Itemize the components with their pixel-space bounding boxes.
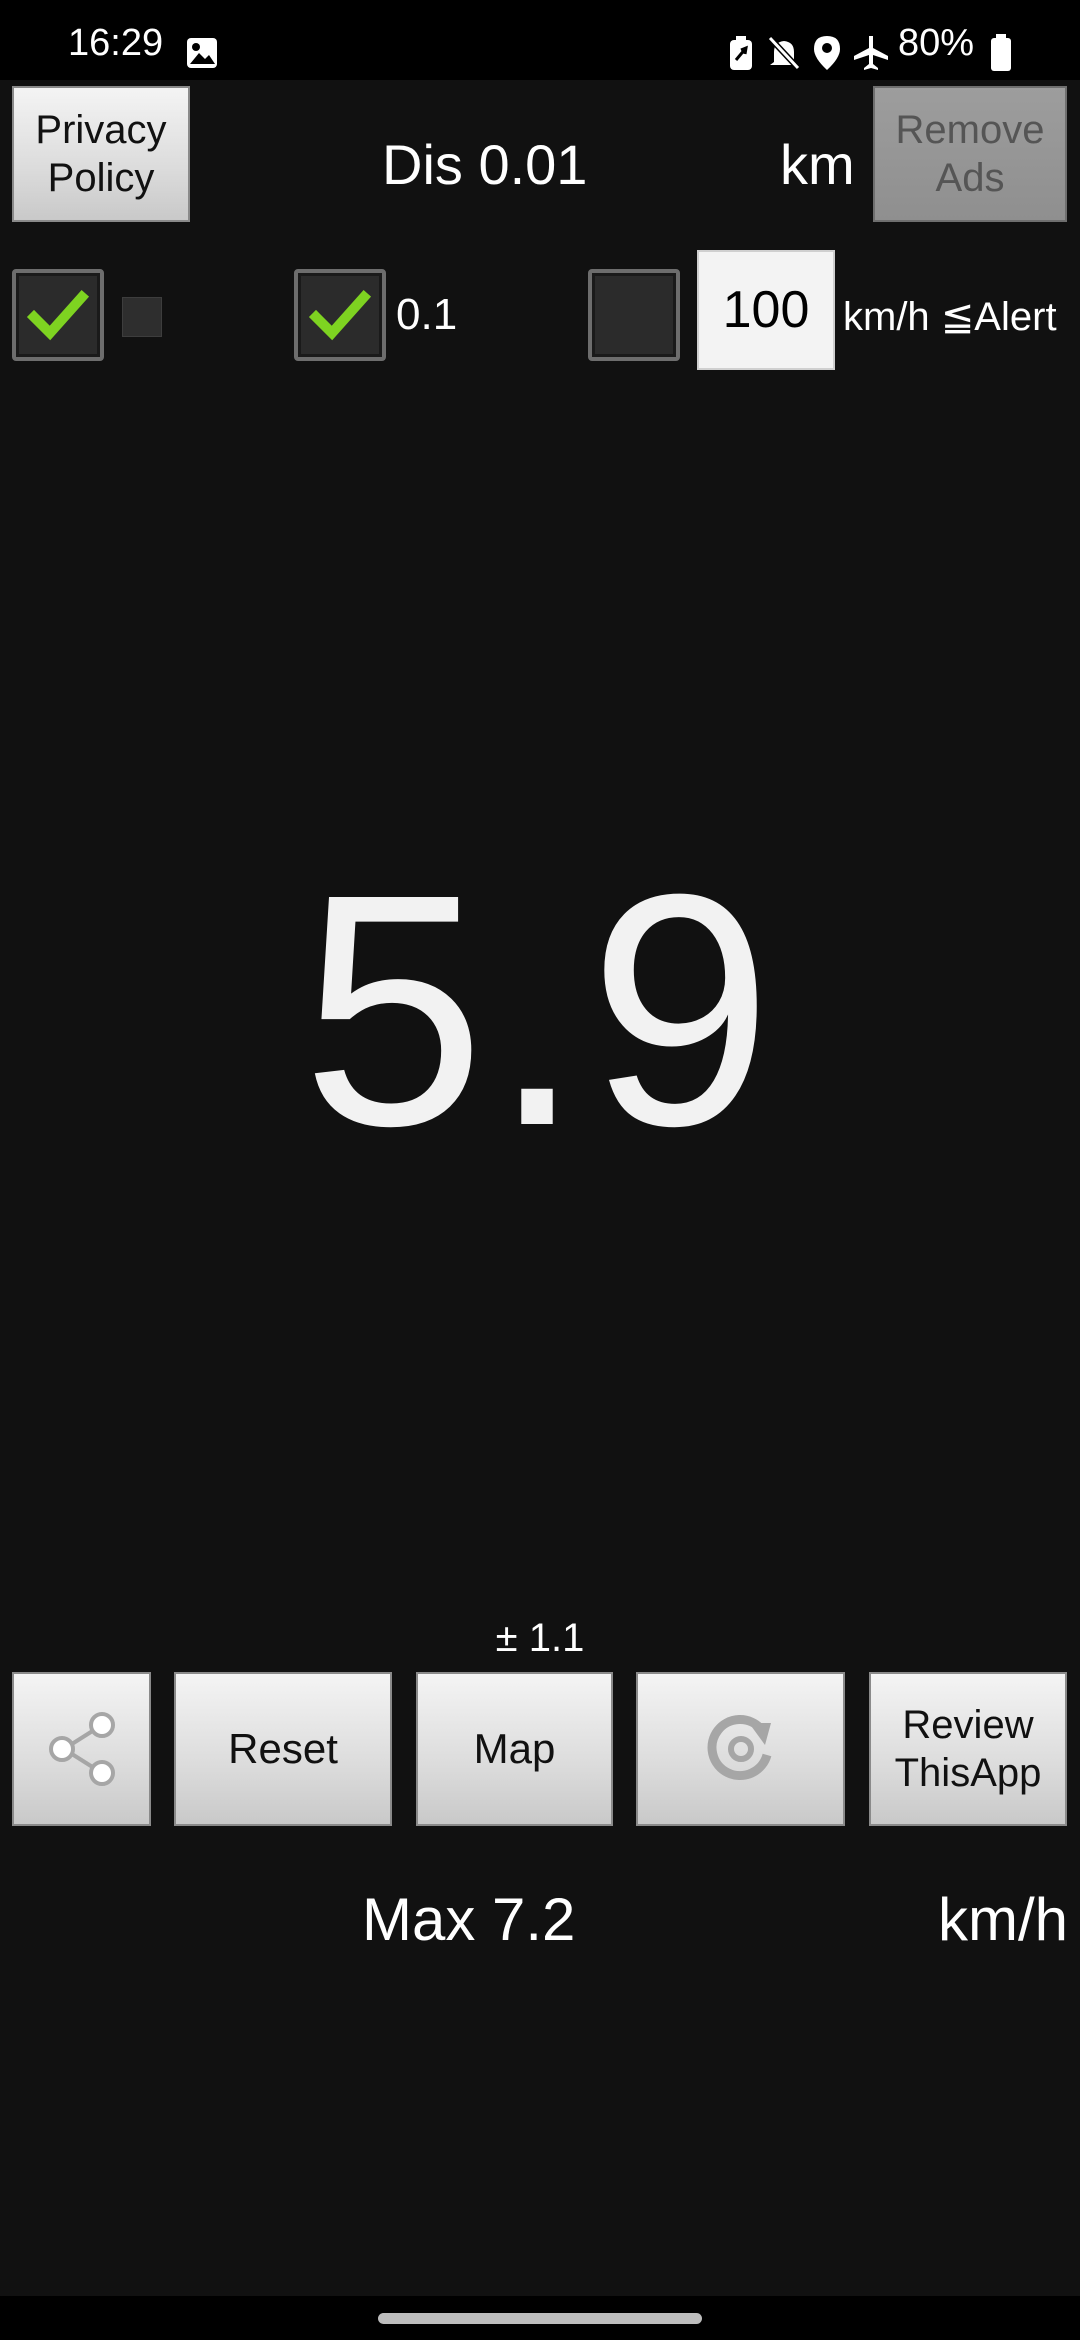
mute-icon: [766, 34, 802, 77]
checkbox-2[interactable]: [294, 269, 386, 361]
max-speed: Max 7.2: [362, 1886, 576, 1953]
battery-percent: 80%: [898, 22, 975, 64]
alert-speed-input[interactable]: 100: [697, 250, 835, 370]
location-icon: [812, 34, 842, 77]
alert-label: km/h ≦Alert: [843, 295, 1057, 339]
share-button[interactable]: [12, 1672, 151, 1826]
gps-accuracy: ± 1.1: [495, 1616, 585, 1660]
map-button[interactable]: Map: [416, 1672, 613, 1826]
status-bar: 16:29 80%: [0, 0, 1080, 80]
battery-saver-icon: [728, 36, 754, 77]
refresh-button[interactable]: [636, 1672, 845, 1826]
distance-label: Dis 0.01: [382, 133, 588, 196]
refresh-icon: [707, 1715, 771, 1780]
home-gesture-handle[interactable]: [378, 2313, 702, 2324]
speedometer-screen: 16:29 80% Privacy Policy Dis 0.01 km Rem…: [0, 0, 1080, 2340]
privacy-policy-button[interactable]: Privacy Policy: [12, 86, 190, 222]
checkbox-2-label: 0.1: [396, 290, 458, 339]
reset-button[interactable]: Reset: [174, 1672, 392, 1826]
distance-unit: km: [780, 133, 855, 196]
indicator-square: [122, 297, 162, 337]
image-icon: [185, 36, 219, 75]
checkmark-icon: [308, 289, 372, 341]
alert-checkbox[interactable]: [588, 269, 680, 361]
remove-ads-button[interactable]: Remove Ads: [873, 86, 1067, 222]
battery-icon: [990, 34, 1012, 77]
review-app-button[interactable]: Review ThisApp: [869, 1672, 1067, 1826]
checkmark-icon: [26, 289, 90, 341]
status-time: 16:29: [68, 22, 164, 64]
current-speed: 5.9: [301, 825, 779, 1194]
share-icon: [48, 1712, 115, 1786]
checkbox-1[interactable]: [12, 269, 104, 361]
speed-unit: km/h: [938, 1886, 1069, 1953]
airplane-icon: [852, 34, 890, 77]
